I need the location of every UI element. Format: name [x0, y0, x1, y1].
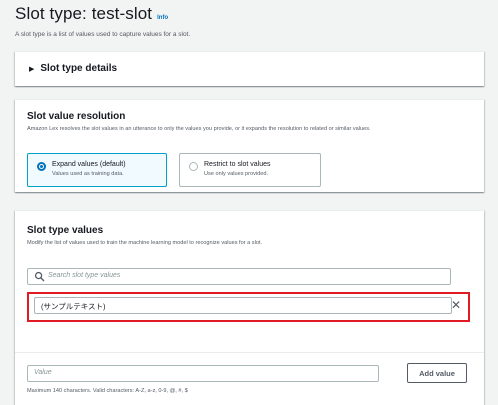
slot-value-resolution-panel: Slot value resolution Amazon Lex resolve… [15, 99, 484, 192]
restrict-values-description: Use only values provided. [204, 171, 269, 177]
slot-type-details-label: Slot type details [40, 63, 118, 74]
search-icon [34, 271, 45, 282]
divider [15, 352, 484, 353]
expand-values-label: Expand values (default) [52, 161, 126, 168]
new-value-placeholder: Value [34, 369, 52, 376]
resolution-title: Slot value resolution [27, 111, 126, 122]
values-title: Slot type values [27, 225, 104, 236]
close-icon[interactable]: ✕ [451, 299, 461, 311]
highlighted-value-row: (サンプルテキスト) ✕ [27, 292, 470, 322]
value-constraint-hint: Maximum 140 characters. Valid characters… [27, 388, 188, 394]
radio-unselected-icon[interactable] [189, 162, 198, 171]
radio-selected-icon[interactable] [37, 162, 46, 171]
new-value-input[interactable]: Value [27, 365, 379, 382]
slot-type-details-expander[interactable]: ▶ Slot type details [29, 63, 117, 74]
expand-values-description: Values used as training data. [52, 171, 124, 177]
slot-value-field[interactable]: (サンプルテキスト) [34, 297, 452, 314]
page-header: Slot type: test-slot Info [15, 4, 168, 24]
expand-values-option[interactable]: Expand values (default) Values used as t… [27, 153, 167, 187]
info-link[interactable]: Info [157, 15, 168, 21]
page-description: A slot type is a list of values used to … [15, 31, 191, 38]
add-value-button[interactable]: Add value [407, 363, 467, 383]
restrict-values-label: Restrict to slot values [204, 161, 271, 168]
slot-type-details-panel: ▶ Slot type details [15, 51, 484, 86]
page-title: Slot type: test-slot [15, 4, 153, 23]
slot-type-values-panel: Slot type values Modify the list of valu… [15, 210, 484, 405]
search-placeholder: Search slot type values [48, 272, 121, 279]
values-description: Modify the list of values used to train … [27, 240, 263, 246]
restrict-values-option[interactable]: Restrict to slot values Use only values … [179, 153, 321, 187]
search-slot-values-input[interactable]: Search slot type values [27, 268, 451, 285]
caret-right-icon: ▶ [29, 65, 35, 73]
resolution-description: Amazon Lex resolves the slot values in a… [27, 126, 371, 132]
